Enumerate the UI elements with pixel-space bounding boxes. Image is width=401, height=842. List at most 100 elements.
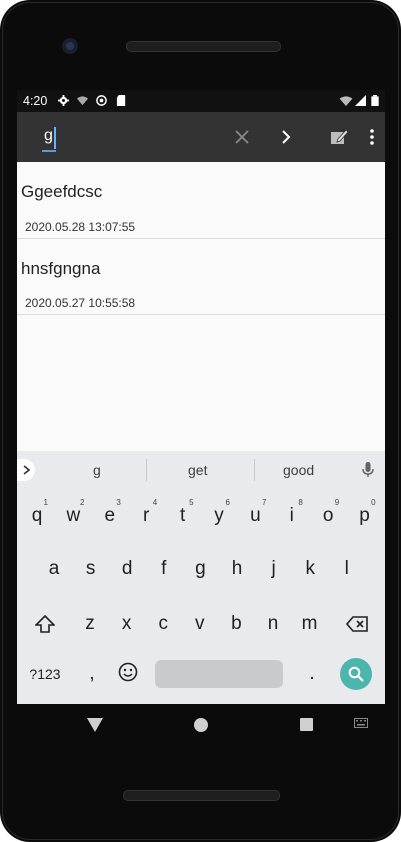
key-letter: n [267, 613, 279, 634]
list-item[interactable]: Ggeefdcsc 2020.05.28 13:07:55 [17, 162, 385, 239]
key-r[interactable]: r4 [131, 496, 161, 536]
status-bar: 4:20 [17, 90, 385, 112]
key-hint-number: 9 [334, 498, 340, 507]
key-letter: l [344, 558, 349, 579]
key-t[interactable]: t5 [168, 496, 198, 536]
expand-toolbar-button[interactable] [17, 459, 35, 481]
period-key[interactable]: . [297, 654, 327, 694]
suggestion-strip: g get good [17, 451, 385, 489]
next-result-button[interactable] [271, 122, 301, 152]
edit-note-button[interactable] [324, 122, 354, 152]
chevron-right-icon [282, 130, 291, 144]
front-camera [62, 38, 78, 54]
key-u[interactable]: u7 [240, 496, 270, 536]
key-letter: b [231, 613, 242, 634]
overflow-menu-button[interactable] [357, 122, 385, 152]
status-time: 4:20 [23, 94, 48, 108]
key-hint-number: 6 [225, 498, 230, 507]
clear-search-button[interactable] [227, 122, 257, 152]
key-letter: i [289, 505, 294, 526]
backspace-key[interactable] [340, 604, 374, 644]
microphone-icon[interactable] [362, 462, 374, 478]
key-letter: x [121, 613, 132, 634]
key-letter: t [179, 505, 186, 526]
key-letter: f [161, 558, 167, 579]
shift-key[interactable] [30, 604, 60, 644]
list-item[interactable]: hnsfgngna 2020.05.27 10:55:58 [17, 239, 385, 315]
bottom-speaker [123, 790, 280, 801]
key-o[interactable]: o9 [313, 496, 343, 536]
sd-card-icon [116, 95, 126, 106]
search-underline [42, 150, 56, 152]
key-b[interactable]: b [221, 604, 251, 644]
key-p[interactable]: p0 [350, 496, 380, 536]
text-cursor [54, 127, 56, 149]
navigation-bar [17, 704, 385, 746]
key-n[interactable]: n [258, 604, 288, 644]
space-key[interactable] [155, 660, 283, 688]
key-letter: g [195, 558, 206, 579]
symbols-key[interactable]: ?123 [25, 654, 65, 694]
back-icon[interactable] [87, 718, 103, 732]
more-vert-icon [370, 129, 374, 145]
key-letter: m [301, 613, 318, 634]
notes-list: Ggeefdcsc 2020.05.28 13:07:55 hnsfgngna … [17, 162, 385, 315]
key-letter: h [231, 558, 243, 579]
key-h[interactable]: h [222, 549, 252, 589]
key-f[interactable]: f [149, 549, 179, 589]
key-x[interactable]: x [112, 604, 142, 644]
suggestion-3[interactable]: good [283, 462, 314, 478]
key-hint-number: 5 [189, 498, 194, 507]
key-m[interactable]: m [295, 604, 325, 644]
key-a[interactable]: a [39, 549, 69, 589]
key-i[interactable]: i8 [277, 496, 307, 536]
shift-icon [35, 615, 55, 633]
key-j[interactable]: j [259, 549, 289, 589]
sync-icon [96, 95, 107, 106]
emoji-icon [118, 662, 138, 682]
key-letter: o [322, 505, 334, 526]
key-k[interactable]: k [295, 549, 325, 589]
note-date: 2020.05.28 13:07:55 [25, 220, 136, 234]
comma-key[interactable]: , [77, 654, 107, 694]
key-hint-number: 1 [43, 498, 48, 507]
wifi-signal-icon [339, 96, 353, 106]
key-l[interactable]: l [332, 549, 362, 589]
home-icon[interactable] [194, 718, 208, 732]
key-y[interactable]: y6 [204, 496, 234, 536]
recents-icon[interactable] [300, 718, 313, 731]
key-d[interactable]: d [112, 549, 142, 589]
keyboard-switch-icon[interactable] [354, 718, 368, 730]
key-letter: w [66, 505, 81, 526]
key-letter: s [85, 558, 96, 579]
key-hint-number: 3 [116, 498, 121, 507]
suggestion-divider [254, 459, 255, 481]
key-c[interactable]: c [148, 604, 178, 644]
note-title: hnsfgngna [21, 259, 101, 278]
earpiece-speaker [126, 41, 281, 52]
search-input[interactable]: g [44, 127, 53, 145]
key-letter: z [85, 613, 95, 634]
key-v[interactable]: v [185, 604, 215, 644]
key-q[interactable]: q1 [22, 496, 52, 536]
suggestion-2[interactable]: get [188, 462, 207, 478]
key-e[interactable]: e3 [95, 496, 125, 536]
emoji-key[interactable] [113, 652, 143, 692]
key-s[interactable]: s [76, 549, 106, 589]
screen: 4:20 g Ggeefdcsc 2020.05.28 13:07:55 hns… [17, 90, 385, 704]
soft-keyboard: g get good q1w2e3r4t5y6u7i8o9p0 asdfghjk… [17, 451, 385, 704]
search-enter-key[interactable] [340, 658, 372, 690]
search-toolbar: g [17, 112, 385, 162]
suggestion-1[interactable]: g [93, 462, 101, 478]
key-hint-number: 7 [261, 498, 267, 507]
phone-frame: 4:20 g Ggeefdcsc 2020.05.28 13:07:55 hns… [0, 0, 401, 842]
key-w[interactable]: w2 [58, 496, 88, 536]
key-hint-number: 8 [298, 498, 303, 507]
key-letter: d [121, 558, 133, 579]
backspace-icon [346, 616, 368, 632]
key-z[interactable]: z [75, 604, 105, 644]
key-letter: j [271, 558, 276, 579]
note-date: 2020.05.27 10:55:58 [25, 296, 136, 310]
cell-signal-icon [355, 95, 366, 106]
key-g[interactable]: g [185, 549, 215, 589]
